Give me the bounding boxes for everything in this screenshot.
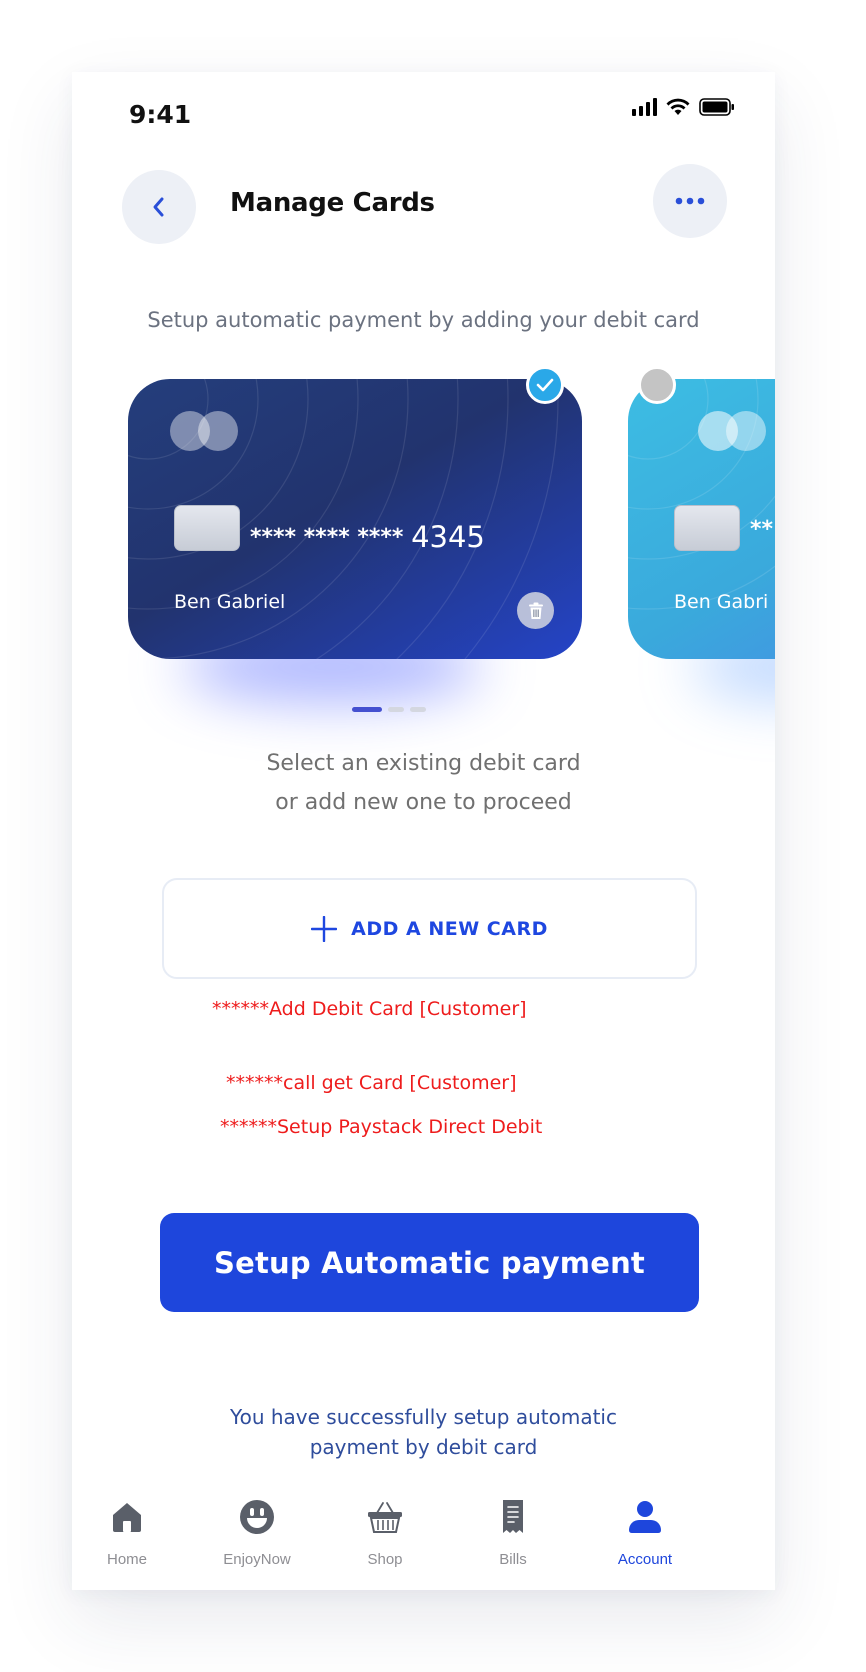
tab-account[interactable]: Account <box>590 1492 700 1568</box>
signal-icon <box>632 98 657 116</box>
card-holder-name: Ben Gabriel <box>174 591 286 613</box>
tab-enjoynow[interactable]: EnjoyNow <box>202 1492 312 1568</box>
basket-icon <box>368 1502 402 1533</box>
smiley-icon <box>240 1500 274 1534</box>
instruction-line: Select an existing debit card <box>266 751 581 776</box>
receipt-icon <box>503 1500 523 1533</box>
chevron-left-icon <box>153 197 164 217</box>
tab-label: Bills <box>499 1551 527 1568</box>
tab-home[interactable]: Home <box>72 1492 182 1568</box>
user-icon <box>629 1501 661 1533</box>
tab-label: Shop <box>367 1551 403 1568</box>
dev-note: ******Setup Paystack Direct Debit <box>220 1116 543 1138</box>
card-number: ** <box>750 517 773 542</box>
card-holder-name: Ben Gabri <box>674 591 769 613</box>
plus-icon <box>311 915 338 942</box>
card-number-last4: 4345 <box>411 520 485 554</box>
battery-icon <box>699 98 734 116</box>
instruction-line: or add new one to proceed <box>275 790 572 815</box>
page-title: Manage Cards <box>230 188 435 218</box>
subtitle: Setup automatic payment by adding your d… <box>147 308 700 332</box>
card-brand-logo <box>170 411 238 451</box>
status-icons <box>632 98 735 116</box>
success-line: payment by debit card <box>309 1435 538 1459</box>
card-number-masked: **** **** **** <box>250 525 404 550</box>
tab-label: Home <box>106 1551 147 1568</box>
add-new-card-button[interactable]: ADD A NEW CARD <box>162 878 697 979</box>
tab-label: EnjoyNow <box>223 1551 291 1568</box>
tab-label: Account <box>617 1551 673 1568</box>
dev-note: ******call get Card [Customer] <box>226 1072 517 1094</box>
more-dots-icon <box>675 197 705 205</box>
success-message: You have successfully setup automatic pa… <box>72 1402 775 1462</box>
check-icon <box>536 378 554 392</box>
debit-card[interactable]: ** Ben Gabri <box>628 379 775 659</box>
back-button[interactable] <box>122 170 196 244</box>
card-chip-icon <box>174 505 240 551</box>
card-select-radio[interactable] <box>638 366 676 404</box>
home-icon <box>113 1503 141 1532</box>
wifi-icon <box>666 98 690 115</box>
more-options-button[interactable] <box>653 164 727 238</box>
carousel-dot-active[interactable] <box>352 707 382 712</box>
add-new-card-label: ADD A NEW CARD <box>351 917 548 940</box>
delete-card-button[interactable] <box>517 592 554 629</box>
success-line: You have successfully setup automatic <box>230 1405 617 1429</box>
instruction-text: Select an existing debit card or add new… <box>72 744 775 822</box>
status-time: 9:41 <box>129 100 192 129</box>
card-selected-check <box>526 366 564 404</box>
phone-screen: 9:41 Manage Cards Setup automatic paymen… <box>72 72 775 1590</box>
tab-bills[interactable]: Bills <box>458 1492 568 1568</box>
carousel-indicator <box>352 707 426 712</box>
dev-note: ******Add Debit Card [Customer] <box>212 998 527 1020</box>
bottom-tab-bar: Home EnjoyNow Shop Bills Account <box>72 1492 775 1590</box>
trash-icon <box>528 602 543 619</box>
card-number: **** **** **** 4345 <box>250 517 485 554</box>
carousel-dot[interactable] <box>410 707 426 712</box>
card-number-masked: ** <box>750 517 774 542</box>
debit-card-selected[interactable]: **** **** **** 4345 Ben Gabriel <box>128 379 582 659</box>
tab-shop[interactable]: Shop <box>330 1492 440 1568</box>
setup-automatic-payment-button[interactable]: Setup Automatic payment <box>160 1213 699 1312</box>
carousel-dot[interactable] <box>388 707 404 712</box>
card-brand-logo <box>698 411 766 451</box>
card-chip-icon <box>674 505 740 551</box>
